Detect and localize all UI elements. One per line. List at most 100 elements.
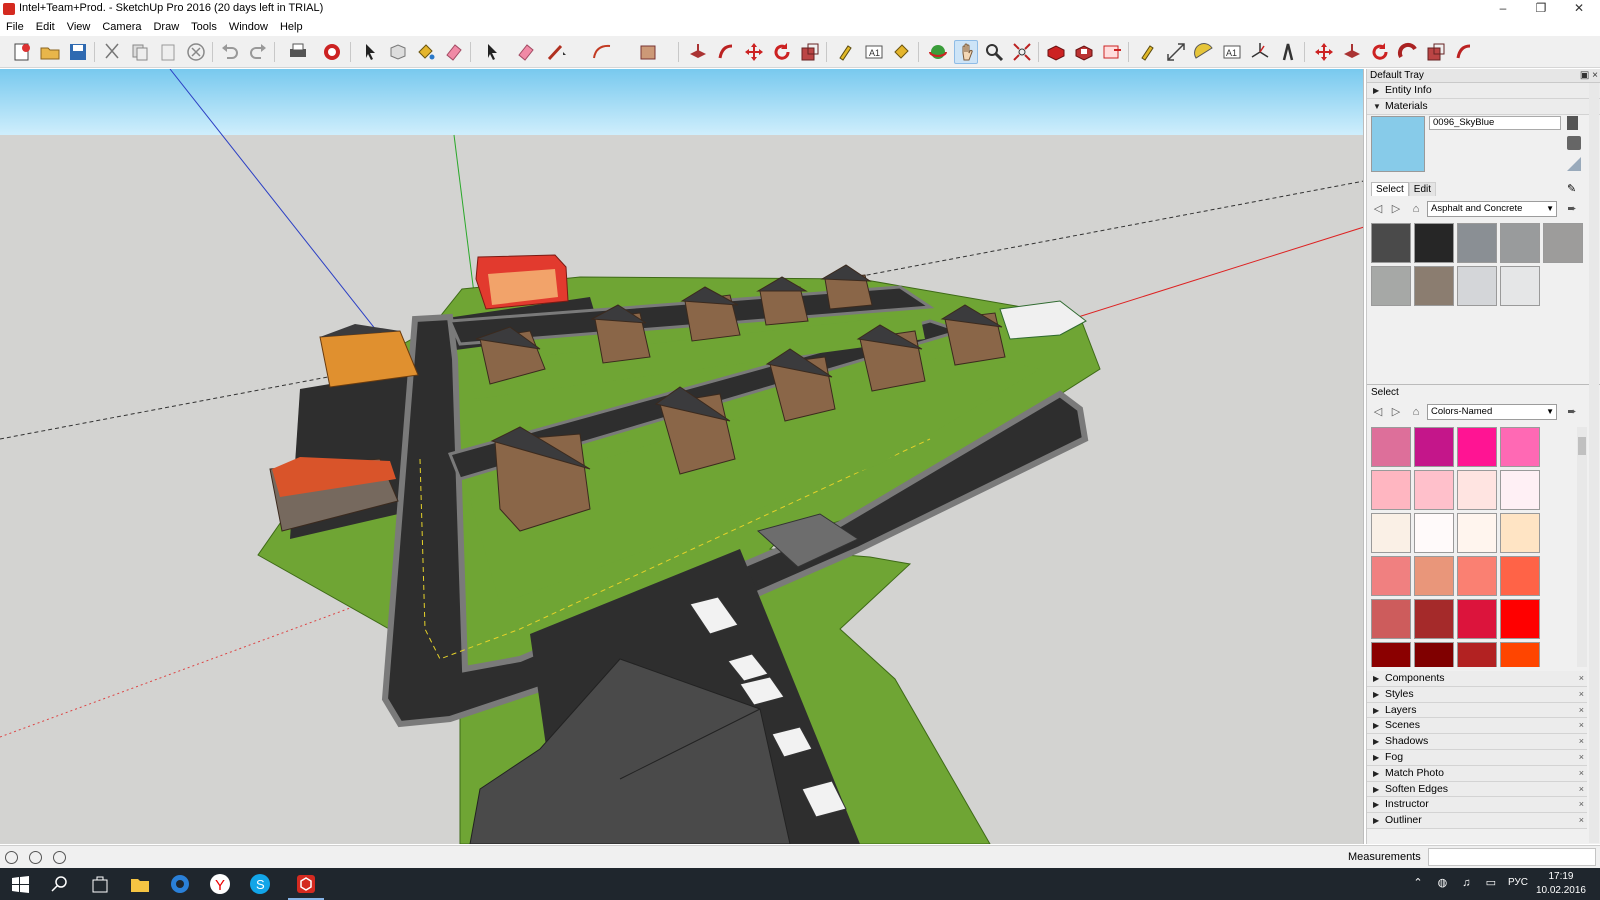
collection-dropdown[interactable]: Asphalt and Concrete ▼ (1427, 201, 1557, 217)
close-section-icon[interactable]: × (1579, 766, 1584, 781)
follow-me-icon[interactable] (714, 40, 738, 64)
menu-tools[interactable]: Tools (191, 21, 217, 33)
3d-text-icon[interactable] (1276, 40, 1300, 64)
eraser-tool-icon[interactable] (514, 40, 538, 64)
rectangle-icon[interactable] (636, 40, 660, 64)
back-icon[interactable]: ◁ (1371, 202, 1385, 216)
select-arrow-icon[interactable] (358, 40, 382, 64)
forward-icon[interactable]: ▷ (1389, 202, 1403, 216)
move-icon[interactable] (742, 40, 766, 64)
paint-bucket-icon[interactable] (414, 40, 438, 64)
tab-select[interactable]: Select (1371, 182, 1409, 196)
move-red-icon[interactable] (1312, 40, 1336, 64)
section-materials[interactable]: ▼Materials × (1367, 98, 1600, 115)
close-section-icon[interactable]: × (1579, 703, 1584, 718)
home-icon[interactable]: ⌂ (1409, 405, 1423, 419)
back-icon[interactable]: ◁ (1371, 405, 1385, 419)
model-viewport[interactable] (0, 69, 1364, 844)
close-section-icon[interactable]: × (1579, 797, 1584, 812)
make-component-icon[interactable] (386, 40, 410, 64)
user-account-icon[interactable] (53, 851, 66, 864)
menu-file[interactable]: File (6, 21, 24, 33)
delete-icon[interactable] (184, 40, 208, 64)
line-pencil-icon[interactable] (544, 40, 568, 64)
protractor-icon[interactable] (1192, 40, 1216, 64)
section-match-photo[interactable]: ▶ Match Photo × (1367, 765, 1587, 782)
sketchup-taskbar-icon[interactable] (294, 872, 318, 896)
color-swatch[interactable] (1414, 470, 1454, 510)
menu-window[interactable]: Window (229, 21, 268, 33)
redo-icon[interactable] (246, 40, 270, 64)
rotate-icon[interactable] (770, 40, 794, 64)
home-icon[interactable]: ⌂ (1409, 202, 1423, 216)
color-swatch[interactable] (1414, 556, 1454, 596)
menu-camera[interactable]: Camera (102, 21, 141, 33)
material-swatch[interactable] (1414, 266, 1454, 306)
section-components[interactable]: ▶ Components × (1367, 671, 1587, 687)
tray-header-buttons[interactable]: ▣ × (1580, 69, 1598, 82)
menu-view[interactable]: View (67, 21, 91, 33)
undo-icon[interactable] (218, 40, 242, 64)
material-swatch[interactable] (1500, 266, 1540, 306)
file-explorer-icon[interactable] (128, 872, 152, 896)
cut-icon[interactable] (100, 40, 124, 64)
close-section-icon[interactable]: × (1579, 734, 1584, 749)
swatch-scrollbar[interactable] (1577, 427, 1587, 667)
close-section-icon[interactable]: × (1579, 782, 1584, 797)
language-indicator[interactable]: РУС (1508, 877, 1528, 888)
color-swatch[interactable] (1414, 599, 1454, 639)
details-arrow-icon[interactable]: ➨ (1565, 405, 1579, 419)
push-pull-icon[interactable] (686, 40, 710, 64)
orbit-icon[interactable] (926, 40, 950, 64)
store-icon[interactable] (88, 872, 112, 896)
start-windows-icon[interactable] (8, 872, 32, 896)
save-icon[interactable] (66, 40, 90, 64)
text-tool-icon[interactable]: A1 (1220, 40, 1244, 64)
skype-icon[interactable]: S (248, 872, 272, 896)
create-material-icon[interactable] (1567, 136, 1581, 150)
3d-warehouse-icon[interactable] (1044, 40, 1068, 64)
new-file-icon[interactable] (10, 40, 34, 64)
zoom-extents-icon[interactable] (1010, 40, 1034, 64)
section-layers[interactable]: ▶ Layers × (1367, 702, 1587, 719)
color-swatch[interactable] (1371, 470, 1411, 510)
credits-icon[interactable] (29, 851, 42, 864)
section-fog[interactable]: ▶ Fog × (1367, 749, 1587, 766)
paste-icon[interactable] (156, 40, 180, 64)
color-swatch[interactable] (1457, 470, 1497, 510)
pan-hand-icon[interactable] (954, 40, 978, 64)
material-swatch[interactable] (1414, 223, 1454, 263)
section-styles[interactable]: ▶ Styles × (1367, 686, 1587, 703)
text-label-icon[interactable]: A1 (862, 40, 886, 64)
menu-help[interactable]: Help (280, 21, 303, 33)
display-secondary-icon[interactable] (1567, 116, 1578, 130)
section-instructor[interactable]: ▶ Instructor × (1367, 797, 1587, 814)
minimize-button[interactable]: – (1484, 0, 1522, 18)
color-swatch[interactable] (1500, 642, 1540, 667)
forward-icon[interactable]: ▷ (1389, 405, 1403, 419)
color-swatch[interactable] (1500, 427, 1540, 467)
print-icon[interactable] (286, 40, 310, 64)
close-section-icon[interactable]: × (1579, 671, 1584, 686)
copy-icon[interactable] (128, 40, 152, 64)
sample-paint-icon[interactable]: ✎ (1567, 182, 1581, 196)
section-entity-info[interactable]: ▶Entity Info × (1367, 83, 1600, 99)
system-tray-icons[interactable]: ⌃ ◍ ♫ ▭ (1413, 876, 1502, 889)
color-swatch[interactable] (1371, 513, 1411, 553)
edge-browser-icon[interactable] (168, 872, 192, 896)
material-swatch[interactable] (1500, 223, 1540, 263)
section-soften-edges[interactable]: ▶ Soften Edges × (1367, 781, 1587, 798)
zoom-icon[interactable] (982, 40, 1006, 64)
yandex-browser-icon[interactable]: Y (208, 872, 232, 896)
push-pull-red-icon[interactable] (1340, 40, 1364, 64)
rotate-red-icon[interactable] (1368, 40, 1392, 64)
default-paint-icon[interactable] (1567, 157, 1581, 171)
sample-paint-icon[interactable] (890, 40, 914, 64)
restore-button[interactable]: ❐ (1522, 0, 1560, 18)
select-tool-icon[interactable] (480, 40, 504, 64)
material-swatch[interactable] (1457, 266, 1497, 306)
follow-me-red-icon[interactable] (1452, 40, 1476, 64)
material-swatch[interactable] (1543, 223, 1583, 263)
details-arrow-icon[interactable]: ➨ (1565, 202, 1579, 216)
close-section-icon[interactable]: × (1579, 718, 1584, 733)
